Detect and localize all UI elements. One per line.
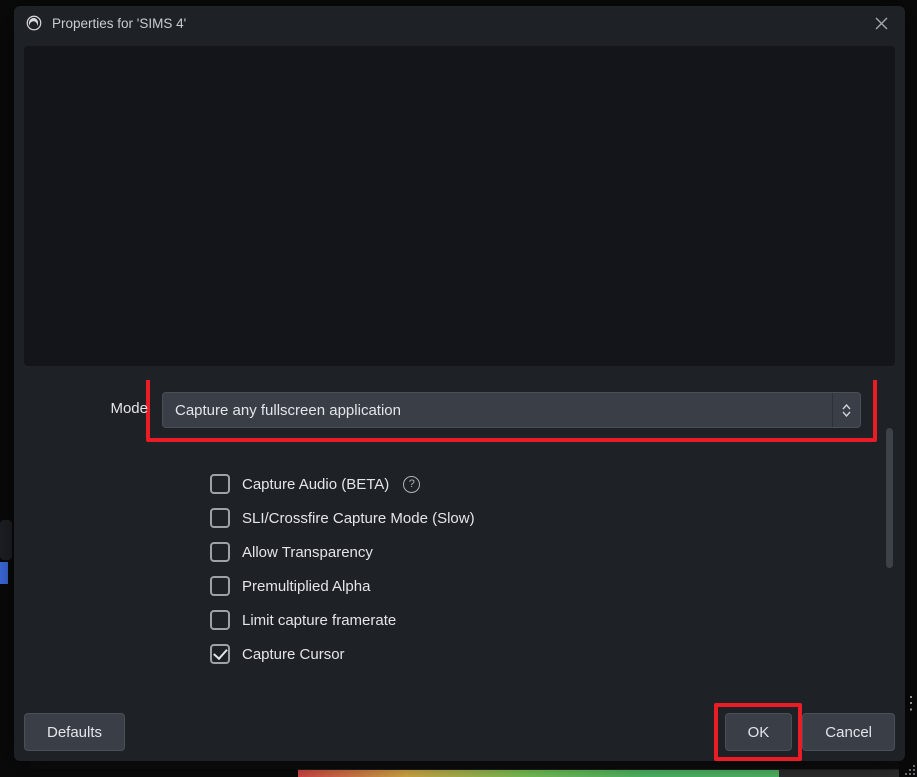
resize-grip-icon[interactable]	[903, 763, 915, 775]
mode-select[interactable]: Capture any fullscreen application	[162, 392, 861, 428]
window-title: Properties for 'SIMS 4'	[52, 16, 867, 31]
chevron-up-icon	[842, 404, 851, 410]
obs-logo-icon	[24, 13, 44, 33]
checkbox-allow-transparency[interactable]: Allow Transparency	[210, 542, 877, 562]
dialog-footer: Defaults OK Cancel	[14, 703, 905, 761]
background-fragment	[0, 562, 8, 584]
cancel-button[interactable]: Cancel	[802, 713, 895, 751]
defaults-button[interactable]: Defaults	[24, 713, 125, 751]
checkbox-box[interactable]	[210, 610, 230, 630]
checkbox-box[interactable]	[210, 576, 230, 596]
select-stepper-icon[interactable]	[832, 393, 860, 427]
audio-meter-fragment	[298, 769, 899, 777]
checkbox-label: SLI/Crossfire Capture Mode (Slow)	[242, 510, 475, 527]
checkbox-label: Limit capture framerate	[242, 612, 396, 629]
mode-label: Mode	[110, 400, 148, 417]
mode-row: Mode Capture any fullscreen application	[24, 380, 877, 446]
chevron-down-icon	[842, 411, 851, 417]
scrollbar[interactable]	[886, 428, 893, 568]
checkbox-label: Allow Transparency	[242, 544, 373, 561]
checkbox-capture-cursor[interactable]: Capture Cursor	[210, 644, 877, 664]
checkbox-limit-capture-framerate[interactable]: Limit capture framerate	[210, 610, 877, 630]
checkbox-label: Capture Audio (BETA)	[242, 476, 389, 493]
checkbox-box[interactable]	[210, 474, 230, 494]
help-icon[interactable]: ?	[403, 476, 420, 493]
settings-form: Mode Capture any fullscreen application …	[24, 380, 895, 703]
checkbox-list: Capture Audio (BETA)? SLI/Crossfire Captu…	[24, 474, 877, 664]
checkbox-sli-crossfire-capture-mode-slow[interactable]: SLI/Crossfire Capture Mode (Slow)	[210, 508, 877, 528]
ok-button[interactable]: OK	[725, 713, 793, 751]
background-fragment	[0, 520, 12, 560]
close-icon	[875, 17, 888, 30]
properties-dialog: Properties for 'SIMS 4' Mode Capture any…	[14, 6, 905, 761]
checkbox-box[interactable]	[210, 644, 230, 664]
mode-select-value: Capture any fullscreen application	[175, 402, 401, 419]
checkbox-box[interactable]	[210, 508, 230, 528]
checkbox-premultiplied-alpha[interactable]: Premultiplied Alpha	[210, 576, 877, 596]
source-preview	[24, 46, 895, 366]
titlebar[interactable]: Properties for 'SIMS 4'	[14, 6, 905, 40]
close-button[interactable]	[867, 9, 895, 37]
checkbox-label: Premultiplied Alpha	[242, 578, 370, 595]
checkbox-box[interactable]	[210, 542, 230, 562]
checkbox-label: Capture Cursor	[242, 646, 345, 663]
checkbox-capture-audio-beta[interactable]: Capture Audio (BETA)?	[210, 474, 877, 494]
